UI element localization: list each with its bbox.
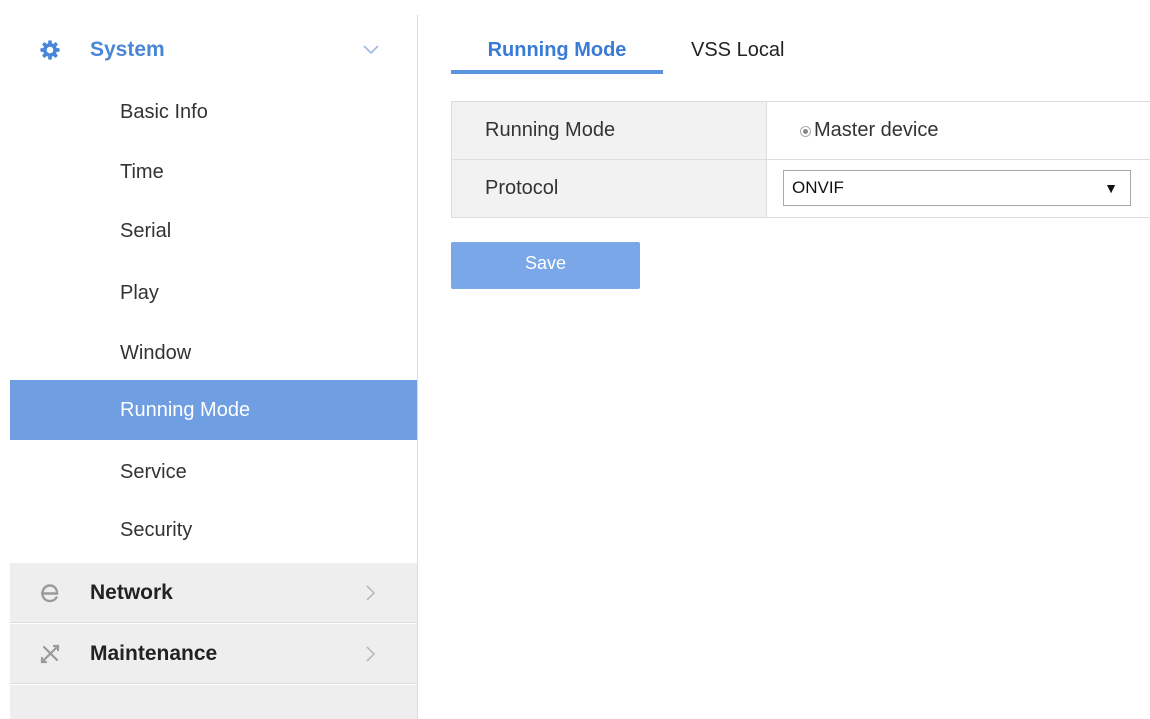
protocol-label: Protocol [452,160,767,217]
sidebar-item-window[interactable]: Window [10,323,417,383]
sidebar-group-title-maintenance: Maintenance [90,641,218,665]
master-device-radio[interactable] [800,126,811,137]
sidebar-item-security[interactable]: Security [10,500,417,560]
tab-running-mode[interactable]: Running Mode [451,30,663,74]
sidebar-item-running-mode[interactable]: Running Mode [10,380,417,440]
protocol-select-value: ONVIF [792,178,844,197]
running-mode-form: Running Mode Master device Protocol ONVI… [451,101,1150,218]
sidebar-item-play[interactable]: Play [10,263,417,323]
chevron-right-icon [362,584,380,602]
tab-vss-local[interactable]: VSS Local [691,30,821,70]
gear-icon [38,38,62,62]
sidebar-footer-area [10,685,417,719]
sidebar-group-network[interactable]: Network [10,563,417,623]
sidebar-item-service[interactable]: Service [10,442,417,502]
chevron-right-icon [362,645,380,663]
master-device-radio-option[interactable]: Master device [800,102,939,159]
sidebar: System Basic Info Time Serial Play Windo… [10,15,418,719]
running-mode-label: Running Mode [452,102,767,159]
form-row-running-mode: Running Mode Master device [452,102,1150,160]
chevron-down-icon [362,41,380,59]
master-device-radio-label: Master device [814,119,939,141]
sidebar-group-title-network: Network [90,580,173,604]
dropdown-arrow-icon: ▼ [1104,180,1118,196]
save-button[interactable]: Save [451,242,640,289]
sidebar-group-maintenance[interactable]: Maintenance [10,624,417,684]
sidebar-group-system[interactable]: System [10,20,417,80]
network-e-icon [38,581,62,605]
sidebar-item-time[interactable]: Time [10,142,417,202]
sidebar-item-basic-info[interactable]: Basic Info [10,82,417,142]
tools-icon [38,642,62,666]
sidebar-group-title-system: System [90,38,165,61]
form-row-protocol: Protocol ONVIF ▼ [452,160,1150,217]
protocol-select[interactable]: ONVIF ▼ [783,170,1131,206]
sidebar-item-serial[interactable]: Serial [10,201,417,261]
